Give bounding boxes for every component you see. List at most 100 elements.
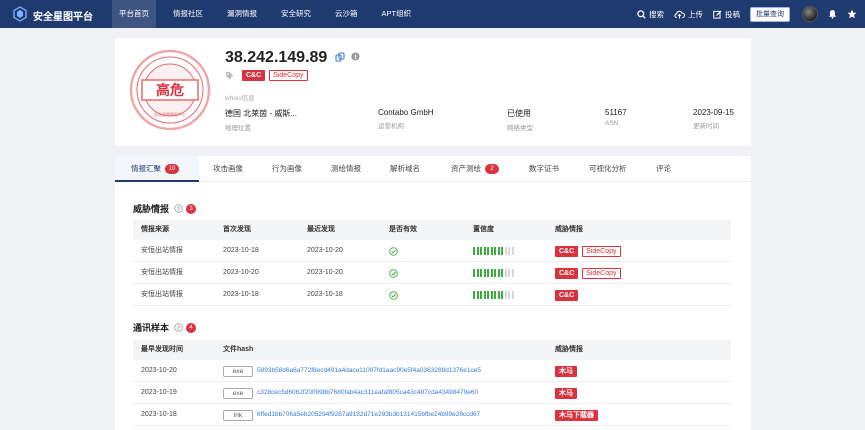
first-seen-cell: 2023-10-18 xyxy=(223,247,259,254)
menu-item-vuln[interactable]: 漏洞情报 xyxy=(220,0,264,28)
col-threat-tags: 威胁情报 xyxy=(555,346,583,353)
link-icon[interactable] xyxy=(335,52,345,62)
tag-trojan[interactable]: 木马 xyxy=(555,387,577,399)
valid-cell xyxy=(389,284,398,306)
tab-behavior-profile[interactable]: 行为画像 xyxy=(272,156,302,182)
operator-label: 运营机构 xyxy=(378,123,404,130)
menu-item-research[interactable]: 安全研究 xyxy=(274,0,318,28)
confidence-segment xyxy=(483,269,486,277)
threat-tag-cell: 木马 xyxy=(555,360,577,382)
tag-icon xyxy=(225,71,234,80)
menu-item-sandbox[interactable]: 云沙箱 xyxy=(328,0,365,28)
file-hash-link[interactable]: 6ffed1bb706a5eb205294f9287a9182d71e293b3… xyxy=(257,404,480,426)
samples-count-badge: 4 xyxy=(186,322,197,333)
col-earliest-date: 最早发现时间 xyxy=(141,346,183,353)
bell-icon xyxy=(828,9,837,19)
valid-cell xyxy=(389,240,398,262)
confidence-segment xyxy=(487,247,489,255)
threat-tag-cell: 木马 xyxy=(555,382,577,404)
tab-attack-profile[interactable]: 攻击画像 xyxy=(213,156,243,182)
tab-badge: 2 xyxy=(485,164,499,175)
confidence-segment xyxy=(490,247,493,255)
confidence-cell xyxy=(473,240,515,262)
confidence-segment xyxy=(511,291,514,299)
network-type-value: 已使用 xyxy=(507,109,531,118)
confidence-segment xyxy=(504,269,507,277)
tag-sidecopy[interactable]: SideCopy xyxy=(582,245,621,257)
upload-button[interactable]: 上传 xyxy=(674,9,703,20)
tag-cc[interactable]: C&C xyxy=(555,245,579,257)
tab-comments[interactable]: 评论 xyxy=(656,156,671,182)
file-hash-link[interactable]: 5893b58d6a6a772f8ecd491a4dace11007fd1aac… xyxy=(257,360,481,382)
tag-trojan[interactable]: 木马 xyxy=(555,365,577,377)
svg-text:!: ! xyxy=(354,54,357,61)
confidence-segment xyxy=(497,291,500,299)
tab-resolved-domains[interactable]: 解析域名 xyxy=(390,156,420,182)
confidence-segment xyxy=(508,247,510,255)
date-cell: 2023-10-18 xyxy=(141,411,177,418)
source-cell: 安恒出站情报 xyxy=(141,269,183,276)
search-label: 搜索 xyxy=(649,9,664,19)
check-circle-icon xyxy=(389,246,398,256)
confidence-segment xyxy=(483,247,486,255)
whois-label[interactable]: whois信息 xyxy=(225,92,255,102)
confidence-bar xyxy=(473,291,515,299)
threat-tags-cell: C&C xyxy=(555,284,582,306)
source-cell: 安恒出站情报 xyxy=(141,247,183,254)
help-icon[interactable]: ? xyxy=(174,323,183,332)
confidence-segment xyxy=(511,247,514,255)
table-header: 情报来源 首次发现 最近发现 是否有效 置信度 威胁情报 xyxy=(133,220,731,240)
confidence-segment xyxy=(480,269,482,277)
confidence-segment xyxy=(476,269,479,277)
confidence-cell xyxy=(473,284,515,306)
menu-item-community[interactable]: 情报社区 xyxy=(166,0,210,28)
menu-item-apt[interactable]: APT组织 xyxy=(375,0,419,28)
update-time-value: 2023-09-15 xyxy=(693,108,734,117)
tag-cc[interactable]: C&C xyxy=(242,70,266,81)
tag-cc[interactable]: C&C xyxy=(555,267,579,279)
tag-cc[interactable]: C&C xyxy=(555,289,579,301)
asn-value: 51167 xyxy=(605,108,627,117)
threat-tag-cell: 木马下载器 xyxy=(555,404,598,426)
tab-mapping-intel[interactable]: 测绘情报 xyxy=(331,156,361,182)
tab-certificates[interactable]: 数字证书 xyxy=(529,156,559,182)
search-button[interactable]: 搜索 xyxy=(637,9,664,20)
col-valid: 是否有效 xyxy=(389,226,417,233)
notification-button[interactable] xyxy=(828,9,837,19)
file-hash-link[interactable]: c328cec5d6062f200998b7680fab4ac311eafaf8… xyxy=(257,382,478,404)
confidence-segment xyxy=(473,269,475,277)
threat-intel-heading: 威胁情报 xyxy=(133,204,170,214)
location-value: 德国 北莱茵 - 威斯... xyxy=(225,109,297,118)
info-icon[interactable]: ! xyxy=(351,52,360,61)
tab-label: 情报汇聚 xyxy=(131,164,161,173)
threat-intel-table: 情报来源 首次发现 最近发现 是否有效 置信度 威胁情报 安恒出站情报 2023… xyxy=(133,220,731,306)
confidence-segment xyxy=(497,269,500,277)
confidence-segment xyxy=(480,247,482,255)
submit-button[interactable]: 投稿 xyxy=(713,9,740,20)
platform-logo-icon[interactable] xyxy=(12,6,28,22)
confidence-segment xyxy=(501,247,503,255)
user-avatar[interactable] xyxy=(802,6,818,22)
tag-sidecopy[interactable]: SideCopy xyxy=(582,267,621,279)
table-row: 安恒出站情报 2023-10-20 2023-10-20 C&C SideCop… xyxy=(133,262,731,284)
last-seen-cell: 2023-10-20 xyxy=(307,247,343,254)
svg-text:安全星图情报中心: 安全星图情报中心 xyxy=(154,111,186,117)
favorites-button[interactable] xyxy=(847,9,857,19)
ip-tags: C&C SideCopy xyxy=(242,70,312,81)
check-circle-icon xyxy=(389,268,398,278)
info-asn: 51167 ASN xyxy=(605,108,627,127)
tag-trojan-downloader[interactable]: 木马下载器 xyxy=(555,409,598,421)
tab-visual-analysis[interactable]: 可视化分析 xyxy=(589,156,627,182)
menu-item-home[interactable]: 平台首页 xyxy=(112,0,156,28)
help-icon[interactable]: ? xyxy=(174,204,183,213)
detail-tabs: 情报汇聚 10 攻击画像 行为画像 测绘情报 解析域名 资产测绘 2 数字证书 可视… xyxy=(115,156,751,182)
first-seen-cell: 2023-10-18 xyxy=(223,291,259,298)
tab-intel-summary[interactable]: 情报汇聚 10 xyxy=(115,156,199,182)
risk-stamp: 高危 安全星图情报中心 xyxy=(129,49,211,131)
brand-name[interactable]: 安全星图平台 xyxy=(33,8,93,23)
tag-sidecopy[interactable]: SideCopy xyxy=(269,70,308,81)
tab-asset-mapping[interactable]: 资产测绘 2 xyxy=(451,156,499,182)
source-cell: 安恒出站情报 xyxy=(141,291,183,298)
ip-address[interactable]: 38.242.149.89 xyxy=(225,49,327,67)
batch-query-button[interactable]: 批量查询 xyxy=(750,6,790,22)
